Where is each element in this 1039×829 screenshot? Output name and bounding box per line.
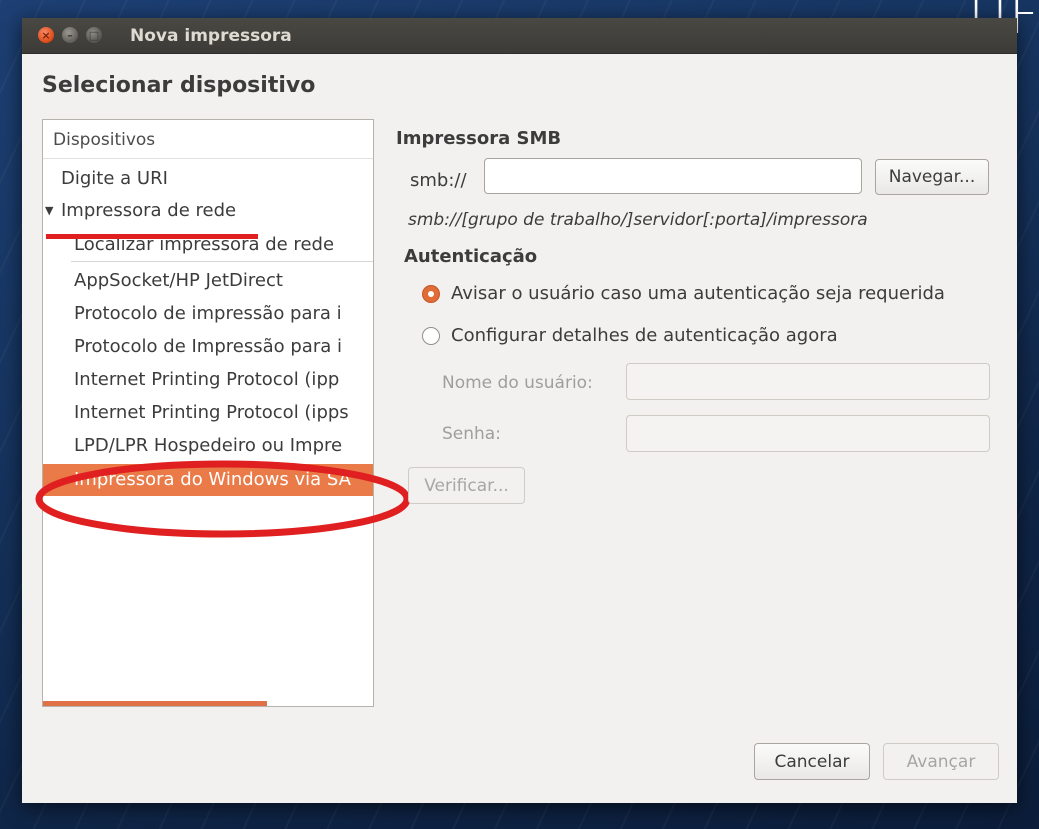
maximize-icon: □ xyxy=(88,28,100,42)
auth-option-configure-now[interactable]: Configurar detalhes de autenticação agor… xyxy=(422,325,838,346)
smb-prefix-label: smb:// xyxy=(410,170,467,191)
device-item-label: Protocolo de impressão para i xyxy=(74,303,342,324)
new-printer-dialog: × – □ Nova impressora Selecionar disposi… xyxy=(22,18,1017,803)
device-item-label: LPD/LPR Hospedeiro ou Impre xyxy=(74,435,343,456)
auth-option-label: Configurar detalhes de autenticação agor… xyxy=(451,325,838,346)
smb-uri-hint: smb://[grupo de trabalho/]servidor[:port… xyxy=(408,210,868,230)
annotation-underline xyxy=(46,234,258,239)
password-label: Senha: xyxy=(442,424,501,444)
radio-checked-icon[interactable] xyxy=(422,284,440,303)
device-item-label: AppSocket/HP JetDirect xyxy=(74,270,283,291)
device-item-label: Protocolo de Impressão para i xyxy=(74,336,342,357)
device-item-network-printer[interactable]: ▼ Impressora de rede xyxy=(43,195,373,227)
authentication-title: Autenticação xyxy=(404,246,538,267)
verify-button[interactable]: Verificar... xyxy=(408,467,525,504)
device-item-enter-uri[interactable]: Digite a URI xyxy=(43,163,373,195)
smb-section-title: Impressora SMB xyxy=(396,128,562,149)
smb-uri-input[interactable] xyxy=(484,158,862,194)
username-field[interactable] xyxy=(626,363,990,400)
device-item-label: Impressora de rede xyxy=(61,200,237,221)
device-item-lpd[interactable]: LPD/LPR Hospedeiro ou Impre xyxy=(43,430,373,462)
cancel-button[interactable]: Cancelar xyxy=(754,743,870,780)
next-button[interactable]: Avançar xyxy=(883,743,999,780)
minimize-button[interactable]: – xyxy=(62,27,78,43)
page-title: Selecionar dispositivo xyxy=(42,73,316,98)
titlebar: × – □ Nova impressora xyxy=(22,18,1017,54)
device-item-ipps[interactable]: Internet Printing Protocol (ipps xyxy=(43,397,373,429)
device-item-label: Internet Printing Protocol (ipps xyxy=(74,402,349,423)
device-item-label: Impressora do Windows via SA xyxy=(74,469,351,490)
close-button[interactable]: × xyxy=(38,27,54,43)
auth-option-prompt[interactable]: Avisar o usuário caso uma autenticação s… xyxy=(422,283,945,304)
radio-unchecked-icon[interactable] xyxy=(422,326,440,345)
device-list-header[interactable]: Dispositivos xyxy=(43,120,373,159)
device-item-appsocket[interactable]: AppSocket/HP JetDirect xyxy=(43,265,373,297)
auth-option-label: Avisar o usuário caso uma autenticação s… xyxy=(451,283,945,304)
list-separator xyxy=(71,261,373,262)
minimize-icon: – xyxy=(67,28,73,42)
browse-button[interactable]: Navegar... xyxy=(875,159,989,195)
device-item-protocol-2[interactable]: Protocolo de Impressão para i xyxy=(43,331,373,363)
maximize-button[interactable]: □ xyxy=(86,27,102,43)
device-item-protocol-1[interactable]: Protocolo de impressão para i xyxy=(43,298,373,330)
device-item-windows-samba[interactable]: Impressora do Windows via SA xyxy=(43,464,373,496)
horizontal-scrollbar[interactable] xyxy=(43,701,373,706)
close-icon: × xyxy=(41,28,51,42)
expander-arrow-icon[interactable]: ▼ xyxy=(45,195,53,227)
device-item-label: Digite a URI xyxy=(61,168,168,189)
window-title: Nova impressora xyxy=(130,26,292,46)
password-field[interactable] xyxy=(626,415,990,452)
scrollbar-thumb[interactable] xyxy=(43,701,268,706)
device-item-ipp[interactable]: Internet Printing Protocol (ipp xyxy=(43,364,373,396)
device-item-label: Internet Printing Protocol (ipp xyxy=(74,369,340,390)
device-list[interactable]: Dispositivos Digite a URI ▼ Impressora d… xyxy=(42,119,374,707)
username-label: Nome do usuário: xyxy=(442,373,593,393)
